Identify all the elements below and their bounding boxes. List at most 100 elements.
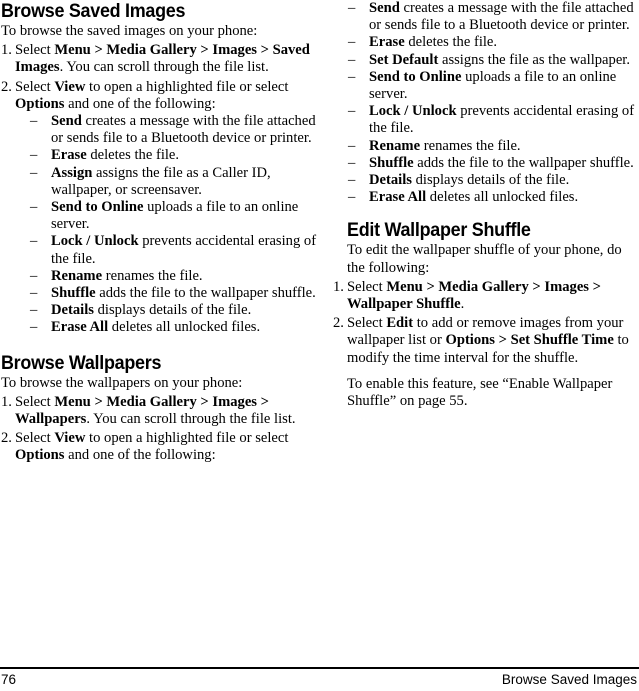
option-description: adds the file to the wallpaper shuffle. xyxy=(95,285,316,302)
emphasis-text: View xyxy=(54,430,86,447)
emphasis-text: Edit xyxy=(386,315,414,332)
dash-bullet-icon: – xyxy=(30,164,38,181)
body-text: . You can scroll through the file list. xyxy=(59,59,269,76)
procedure-step: 1. Select Menu > Media Gallery > Images >… xyxy=(1,394,319,428)
dash-bullet-icon: – xyxy=(348,172,356,189)
dash-bullet-icon: – xyxy=(30,147,38,164)
option-term: Send to Online xyxy=(51,199,144,216)
dash-bullet-icon: – xyxy=(348,103,356,120)
dash-bullet-icon: – xyxy=(348,189,356,206)
continued-option-sub-list: – Send creates a message with the file at… xyxy=(333,0,639,206)
option-list-item: – Send to Online uploads a file to an onl… xyxy=(30,199,319,233)
option-description: assigns the file as the wallpaper. xyxy=(438,51,631,68)
procedure-step-list: 1. Select Menu > Media Gallery > Images >… xyxy=(1,42,319,336)
option-list-item: – Rename renames the file. xyxy=(348,138,639,155)
step-number: 2. xyxy=(1,430,12,447)
option-list-item: – Details displays details of the file. xyxy=(348,172,639,189)
procedure-step: 2. Select Edit to add or remove images fr… xyxy=(333,315,639,367)
procedure-step: 2. Select View to open a highlighted file… xyxy=(1,79,319,337)
option-list-item: – Lock / Unlock prevents accidental erasi… xyxy=(30,233,319,267)
option-list-item: – Set Default assigns the file as the wal… xyxy=(348,52,639,69)
option-description: displays details of the file. xyxy=(411,172,570,189)
option-term: Erase All xyxy=(369,189,427,206)
emphasis-text: Options xyxy=(15,95,65,112)
right-column: – Send creates a message with the file at… xyxy=(333,0,639,410)
emphasis-text: Options > Set Shuffle Time xyxy=(445,332,614,349)
option-description: renames the file. xyxy=(102,267,203,284)
option-term: Erase xyxy=(51,147,87,164)
option-term: Erase xyxy=(369,34,405,51)
option-term: Details xyxy=(51,302,94,319)
option-description: adds the file to the wallpaper shuffle. xyxy=(413,154,634,171)
option-term: Lock / Unlock xyxy=(51,233,139,250)
procedure-step: 1. Select Menu > Media Gallery > Images >… xyxy=(1,42,319,76)
option-term: Rename xyxy=(51,267,103,284)
dash-bullet-icon: – xyxy=(30,285,38,302)
option-term: Lock / Unlock xyxy=(369,103,457,120)
body-text: to open a highlighted file or select xyxy=(85,78,289,95)
body-text: Select xyxy=(15,393,55,410)
option-description: deletes all unlocked files. xyxy=(108,319,261,336)
option-description: renames the file. xyxy=(420,137,521,154)
procedure-step-list: 1. Select Menu > Media Gallery > Images >… xyxy=(1,394,319,465)
section-heading: Browse Saved Images xyxy=(1,0,186,22)
dash-bullet-icon: – xyxy=(30,233,38,250)
option-description: creates a message with the file attached… xyxy=(369,0,634,34)
body-text: to open a highlighted file or select xyxy=(85,430,289,447)
option-list-item: – Erase All deletes all unlocked files. xyxy=(348,189,639,206)
option-term: Send to Online xyxy=(369,68,462,85)
option-list-item: – Send creates a message with the file at… xyxy=(30,113,319,147)
dash-bullet-icon: – xyxy=(348,137,356,154)
option-term: Send xyxy=(51,113,82,130)
option-term: Erase All xyxy=(51,319,109,336)
dash-bullet-icon: – xyxy=(30,302,38,319)
option-term: Rename xyxy=(369,137,421,154)
option-list-item: – Assign assigns the file as a Caller ID,… xyxy=(30,165,319,199)
section-intro-text: To browse the wallpapers on your phone: xyxy=(1,374,243,391)
option-term: Send xyxy=(369,0,400,16)
dash-bullet-icon: – xyxy=(348,0,356,16)
dash-bullet-icon: – xyxy=(30,113,38,130)
dash-bullet-icon: – xyxy=(348,154,356,171)
option-term: Set Default xyxy=(369,51,439,68)
option-list-item: – Erase deletes the file. xyxy=(348,34,639,51)
dash-bullet-icon: – xyxy=(348,34,356,51)
section-heading: Edit Wallpaper Shuffle xyxy=(347,219,531,242)
body-text: Select xyxy=(347,278,387,295)
step-number: 2. xyxy=(1,78,12,95)
option-term: Details xyxy=(369,172,412,189)
option-sub-list: – Send creates a message with the file at… xyxy=(15,113,319,337)
option-description: deletes the file. xyxy=(86,147,180,164)
option-description: deletes the file. xyxy=(404,34,498,51)
body-text: Select xyxy=(15,430,55,447)
emphasis-text: Menu > Media Gallery > Images > Wallpape… xyxy=(347,278,601,313)
right-sections-container: Edit Wallpaper Shuffle To edit the wallpa… xyxy=(333,206,639,410)
section-intro-text: To edit the wallpaper shuffle of your ph… xyxy=(347,242,622,276)
step-number: 2. xyxy=(333,315,344,332)
dash-bullet-icon: – xyxy=(30,199,38,216)
body-text: . You can scroll through the file list. xyxy=(86,411,296,428)
option-list-item: – Lock / Unlock prevents accidental erasi… xyxy=(348,103,639,137)
body-text: and one of the following: xyxy=(64,447,216,464)
body-text: Select xyxy=(347,315,387,332)
emphasis-text: Options xyxy=(15,447,65,464)
option-list-item: – Rename renames the file. xyxy=(30,268,319,285)
option-term: Shuffle xyxy=(369,154,414,171)
procedure-step-list: 1. Select Menu > Media Gallery > Images >… xyxy=(333,279,639,367)
option-list-item: – Erase All deletes all unlocked files. xyxy=(30,319,319,336)
body-text: and one of the following: xyxy=(64,95,216,112)
step-number: 1. xyxy=(1,42,12,59)
footer-rule xyxy=(0,667,639,669)
option-list-item: – Erase deletes the file. xyxy=(30,147,319,164)
left-column: Browse Saved Images To browse the saved i… xyxy=(1,0,319,467)
option-term: Assign xyxy=(51,164,93,181)
cross-reference-note: To enable this feature, see “Enable Wall… xyxy=(347,375,613,410)
right-continued-list-container: – Send creates a message with the file at… xyxy=(333,0,639,206)
step-number: 1. xyxy=(333,278,344,295)
body-text: . xyxy=(460,296,465,313)
section-intro-text: To browse the saved images on your phone… xyxy=(1,23,258,39)
body-text: Select xyxy=(15,42,55,59)
dash-bullet-icon: – xyxy=(30,319,38,336)
manual-page: Browse Saved Images To browse the saved i… xyxy=(0,0,639,691)
